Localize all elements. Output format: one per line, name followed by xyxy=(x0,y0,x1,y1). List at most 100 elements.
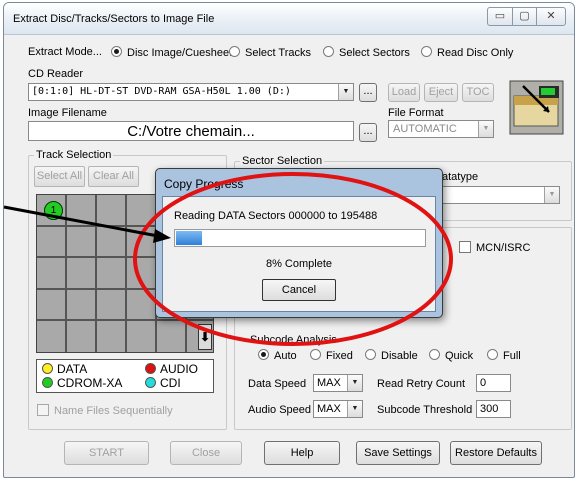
radio-disc-image[interactable]: Disc Image/Cuesheet xyxy=(111,46,232,59)
audio-speed-select[interactable]: MAX ▼ xyxy=(313,400,363,418)
sector-selection-label: Sector Selection xyxy=(240,155,325,167)
chevron-down-icon[interactable]: ▼ xyxy=(478,121,493,137)
copy-progress-status: Reading DATA Sectors 000000 to 195488 xyxy=(174,210,378,222)
track-1-indicator[interactable]: 1 xyxy=(44,201,63,220)
read-retry-count-input[interactable]: 0 xyxy=(476,374,511,392)
subcode-threshold-input[interactable]: 300 xyxy=(476,400,511,418)
copy-progress-percent: 8% Complete xyxy=(265,258,333,270)
legend-data-label: DATA xyxy=(57,362,88,376)
arrow-down-icon[interactable]: ⬇ xyxy=(198,324,212,350)
mcn-isrc-checkbox[interactable]: MCN/ISRC xyxy=(459,241,530,254)
file-format-label: File Format xyxy=(388,107,444,119)
radio-subcode-quick-indicator[interactable] xyxy=(429,349,440,360)
image-filename-value: C:/Votre chemain... xyxy=(127,123,255,140)
radio-subcode-full[interactable]: Full xyxy=(487,349,521,362)
image-filename-input[interactable]: C:/Votre chemain... xyxy=(28,121,354,141)
close-icon: ✕ xyxy=(546,10,556,22)
radio-disc-image-indicator[interactable] xyxy=(111,46,122,57)
cancel-button[interactable]: Cancel xyxy=(262,279,336,301)
legend-cdi-label: CDI xyxy=(160,376,181,390)
audio-speed-value: MAX xyxy=(317,403,341,415)
maximize-button[interactable]: ▢ xyxy=(512,7,537,26)
legend-cdrom-xa-label: CDROM-XA xyxy=(57,376,123,390)
help-button[interactable]: Help xyxy=(264,441,340,465)
close-window-button[interactable]: ✕ xyxy=(536,7,566,26)
radio-select-sectors-indicator[interactable] xyxy=(323,46,334,57)
minimize-button[interactable]: ▭ xyxy=(487,7,513,26)
chevron-down-icon[interactable]: ▼ xyxy=(544,187,559,203)
radio-subcode-fixed-indicator[interactable] xyxy=(310,349,321,360)
drive-image-icon xyxy=(509,80,564,135)
checkbox-box[interactable] xyxy=(37,404,49,416)
radio-read-disc-only-label: Read Disc Only xyxy=(437,47,514,59)
chevron-down-icon[interactable]: ▼ xyxy=(347,375,362,391)
radio-select-tracks-label: Select Tracks xyxy=(245,47,312,59)
legend-audio-label: AUDIO xyxy=(160,362,199,376)
datatype-label: atatype xyxy=(442,171,479,183)
select-all-button[interactable]: Select All xyxy=(34,166,85,187)
radio-subcode-fixed[interactable]: Fixed xyxy=(310,349,353,362)
chevron-down-icon[interactable]: ▼ xyxy=(338,84,353,100)
radio-select-tracks-indicator[interactable] xyxy=(229,46,240,57)
mcn-isrc-box[interactable] xyxy=(459,241,471,253)
radio-subcode-quick[interactable]: Quick xyxy=(429,349,473,362)
cdrom-xa-dot-icon xyxy=(42,377,53,388)
copy-progress-fill xyxy=(176,231,202,245)
data-speed-value: MAX xyxy=(317,377,341,389)
start-button[interactable]: START xyxy=(64,441,149,465)
radio-subcode-full-indicator[interactable] xyxy=(487,349,498,360)
cd-reader-select[interactable]: [0:1:0] HL-DT-ST DVD-RAM GSA-H50L 1.00 (… xyxy=(28,83,354,101)
legend-audio: AUDIO xyxy=(145,362,198,376)
legend-data: DATA xyxy=(42,362,87,376)
data-dot-icon xyxy=(42,363,53,374)
radio-select-sectors[interactable]: Select Sectors xyxy=(323,46,410,59)
radio-select-sectors-label: Select Sectors xyxy=(339,47,410,59)
image-filename-browse-button[interactable]: ... xyxy=(359,123,377,142)
audio-dot-icon xyxy=(145,363,156,374)
radio-select-tracks[interactable]: Select Tracks xyxy=(229,46,311,59)
copy-progress-body: Reading DATA Sectors 000000 to 195488 8%… xyxy=(162,196,436,312)
radio-read-disc-only[interactable]: Read Disc Only xyxy=(421,46,513,59)
eject-button[interactable]: Eject xyxy=(424,83,458,102)
radio-subcode-fixed-label: Fixed xyxy=(326,350,353,362)
maximize-icon: ▢ xyxy=(519,10,530,22)
track-type-legend: DATA AUDIO CDROM-XA CDI xyxy=(36,359,214,393)
save-settings-button[interactable]: Save Settings xyxy=(356,441,440,465)
subcode-analysis-label: Subcode Analysis xyxy=(250,334,337,346)
radio-subcode-auto-label: Auto xyxy=(274,350,297,362)
file-format-select[interactable]: AUTOMATIC ▼ xyxy=(388,120,494,138)
toc-button[interactable]: TOC xyxy=(462,83,494,102)
radio-subcode-auto[interactable]: Auto xyxy=(258,349,297,362)
copy-progress-dialog: Copy Progress Reading DATA Sectors 00000… xyxy=(155,168,443,318)
radio-subcode-full-label: Full xyxy=(503,350,521,362)
name-files-sequentially-checkbox[interactable]: Name Files Sequentially xyxy=(37,404,173,417)
mcn-isrc-label: MCN/ISRC xyxy=(476,242,531,254)
radio-subcode-disable-label: Disable xyxy=(381,350,418,362)
data-speed-select[interactable]: MAX ▼ xyxy=(313,374,363,392)
minimize-icon: ▭ xyxy=(494,10,506,22)
cd-reader-value: [0:1:0] HL-DT-ST DVD-RAM GSA-H50L 1.00 (… xyxy=(32,86,291,97)
subcode-threshold-label: Subcode Threshold xyxy=(377,404,473,416)
radio-subcode-disable[interactable]: Disable xyxy=(365,349,418,362)
chevron-down-icon[interactable]: ▼ xyxy=(347,401,362,417)
track-selection-label: Track Selection xyxy=(34,149,114,161)
radio-read-disc-only-indicator[interactable] xyxy=(421,46,432,57)
legend-cdrom-xa: CDROM-XA xyxy=(42,376,122,390)
image-filename-label: Image Filename xyxy=(28,107,107,119)
file-format-value: AUTOMATIC xyxy=(393,123,457,135)
copy-progress-bar xyxy=(174,229,426,247)
title-bar[interactable]: Extract Disc/Tracks/Sectors to Image Fil… xyxy=(4,3,574,35)
radio-subcode-disable-indicator[interactable] xyxy=(365,349,376,360)
load-button[interactable]: Load xyxy=(388,83,420,102)
subcode-threshold-value: 300 xyxy=(480,403,499,415)
cd-reader-browse-button[interactable]: ... xyxy=(359,83,377,102)
clear-all-button[interactable]: Clear All xyxy=(88,166,139,187)
radio-disc-image-label: Disc Image/Cuesheet xyxy=(127,47,233,59)
name-files-sequentially-label: Name Files Sequentially xyxy=(54,405,173,417)
radio-subcode-auto-indicator[interactable] xyxy=(258,349,269,360)
datatype-select[interactable]: ▼ xyxy=(434,186,560,204)
close-button[interactable]: Close xyxy=(170,441,242,465)
restore-defaults-button[interactable]: Restore Defaults xyxy=(450,441,542,465)
cd-reader-label: CD Reader xyxy=(28,68,84,80)
extract-mode-label: Extract Mode... xyxy=(28,46,102,58)
